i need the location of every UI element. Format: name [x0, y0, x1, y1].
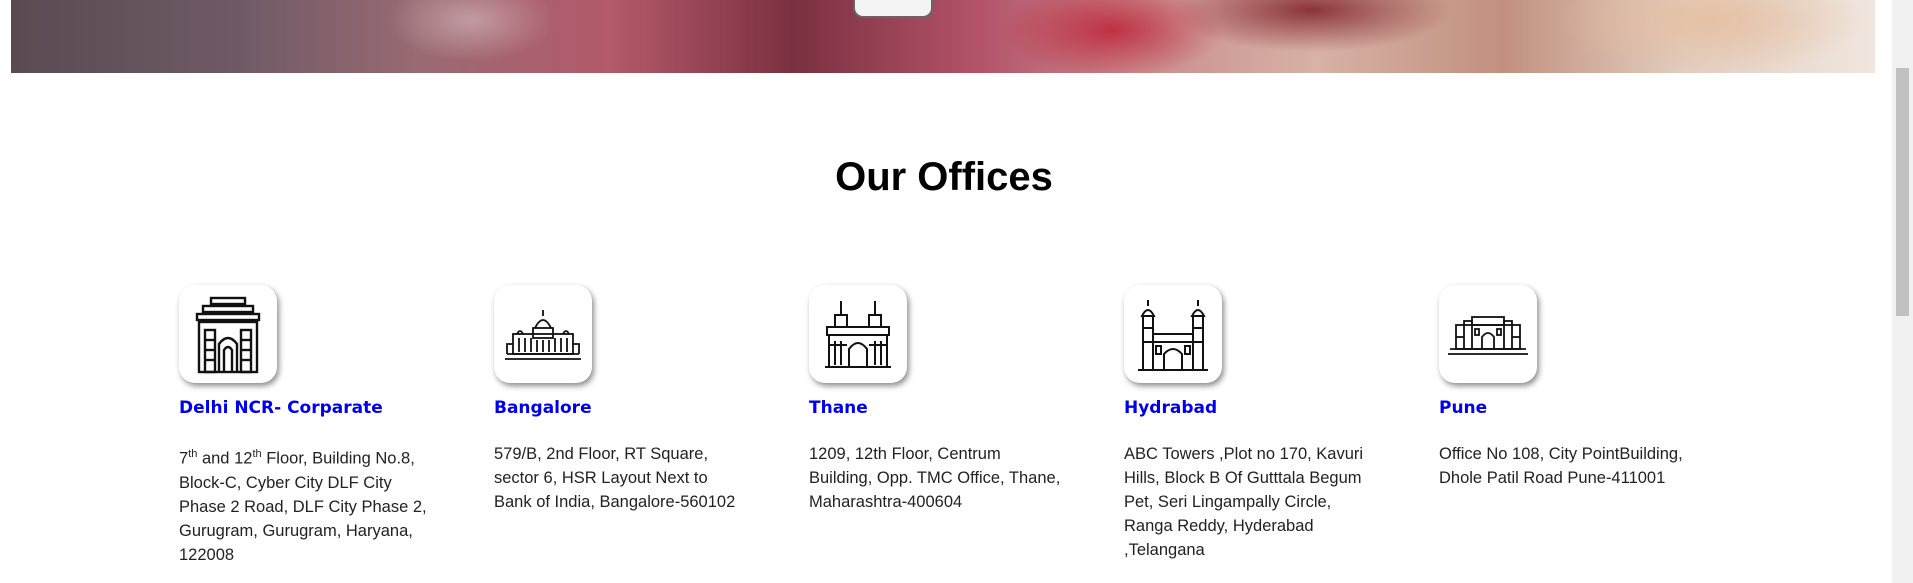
page-scrollbar[interactable] [1892, 0, 1913, 583]
office-icon-box [809, 285, 907, 383]
office-icon-box [494, 285, 592, 383]
office-card-pune: Pune Office No 108, City PointBuilding, … [1439, 285, 1714, 490]
office-card-hydrabad: Hydrabad ABC Towers ,Plot no 170, Kavuri… [1124, 285, 1399, 562]
city-link-hydrabad[interactable]: Hydrabad [1124, 398, 1399, 418]
office-address-delhi: 7th and 12th Floor, Building No.8, Block… [179, 448, 427, 564]
india-gate-icon [195, 296, 261, 374]
scrollbar-thumb[interactable] [1896, 68, 1909, 316]
office-address-pune: Office No 108, City PointBuilding, Dhole… [1439, 445, 1683, 487]
office-icon-box [179, 285, 277, 383]
hero-banner-image [11, 0, 1875, 73]
office-card-delhi: Delhi NCR- Corparate 7th and 12th Floor,… [179, 285, 454, 567]
office-card-thane: Thane 1209, 12th Floor, Centrum Building… [809, 285, 1084, 514]
office-icon-box [1439, 285, 1537, 383]
charminar-icon [1138, 300, 1208, 371]
city-link-thane[interactable]: Thane [809, 398, 1084, 418]
office-icon-box [1124, 285, 1222, 383]
office-address-bangalore: 579/B, 2nd Floor, RT Square, sector 6, H… [494, 445, 736, 511]
office-address-thane: 1209, 12th Floor, Centrum Building, Opp.… [809, 445, 1061, 511]
shaniwar-wada-icon [1448, 316, 1528, 355]
section-title: Our Offices [835, 155, 1053, 199]
office-card-bangalore: Bangalore 579/B, 2nd Floor, RT Square, s… [494, 285, 769, 514]
gateway-of-india-icon [825, 301, 891, 368]
city-link-pune[interactable]: Pune [1439, 398, 1714, 418]
city-link-delhi[interactable]: Delhi NCR- Corparate [179, 398, 454, 418]
phone-in-hand [853, 0, 933, 18]
office-address-hydrabad: ABC Towers ,Plot no 170, Kavuri Hills, B… [1124, 445, 1364, 559]
vidhana-soudha-icon [505, 310, 581, 360]
city-link-bangalore[interactable]: Bangalore [494, 398, 769, 418]
